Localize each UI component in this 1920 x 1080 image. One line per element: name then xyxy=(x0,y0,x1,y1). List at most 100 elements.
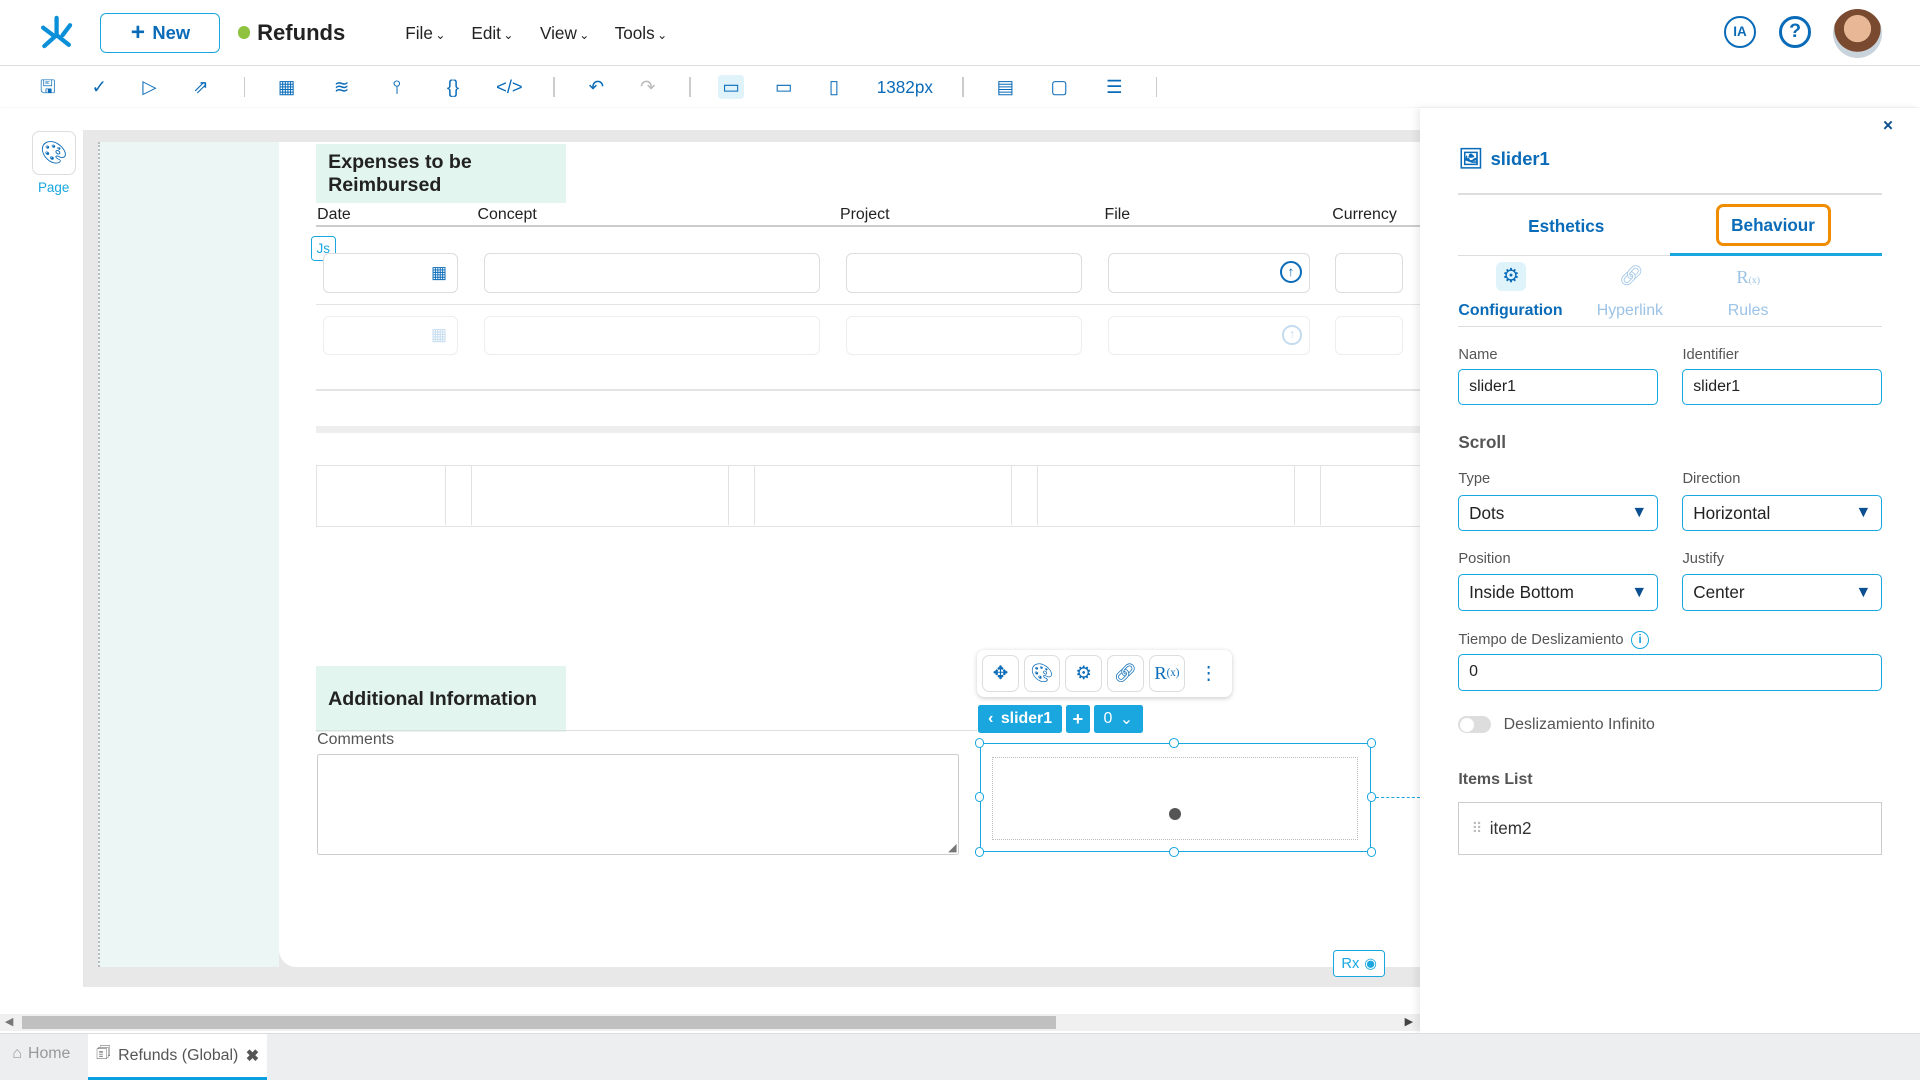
link-icon[interactable]: 🔗︎ xyxy=(1106,655,1144,692)
app-logo-icon[interactable] xyxy=(37,13,76,52)
desktop-view-icon[interactable]: ▭ xyxy=(717,74,745,100)
rules-icon[interactable]: R(x) xyxy=(1148,655,1186,692)
file-upload-input[interactable]: ↑ xyxy=(1108,253,1311,293)
item-index-select[interactable]: 0 ⌄ xyxy=(1093,705,1143,734)
scroll-left-icon[interactable]: ◀ xyxy=(5,1015,13,1028)
scroll-right-icon[interactable]: ▶ xyxy=(1405,1015,1413,1028)
page-palette-button[interactable]: 🎨︎ xyxy=(31,131,76,176)
scrollbar-thumb[interactable] xyxy=(22,1016,1056,1029)
date-input[interactable]: ▦ xyxy=(323,253,458,293)
subtab-hyperlink[interactable]: Hyperlink xyxy=(1597,302,1663,320)
file-upload-input[interactable]: ↑ xyxy=(1108,315,1311,356)
currency-input[interactable] xyxy=(1334,253,1404,293)
parent-select-button[interactable]: ‹ slider1 xyxy=(978,705,1062,734)
menu-file[interactable]: File ⌄ xyxy=(405,23,445,44)
drag-handle-icon[interactable]: ⠿ xyxy=(1472,820,1483,837)
section-title-expenses[interactable]: Expenses to be Reimbursed xyxy=(315,144,566,204)
menu-edit[interactable]: Edit ⌄ xyxy=(471,23,513,44)
image-gallery-icon: 🖼︎ xyxy=(1458,147,1484,170)
undo-icon[interactable]: ↶ xyxy=(583,75,610,99)
tab-refunds-global[interactable]: 🗊 Refunds (Global) ✖ xyxy=(88,1034,267,1080)
components-icon[interactable]: ▦ xyxy=(273,75,300,99)
section-title-additional[interactable]: Additional Information xyxy=(315,666,566,733)
upload-icon[interactable]: ↑ xyxy=(1279,260,1302,283)
gear-icon[interactable]: ⚙ xyxy=(1065,655,1103,692)
name-input[interactable]: slider1 xyxy=(1458,368,1658,406)
concept-input[interactable] xyxy=(483,315,821,356)
play-icon[interactable]: ▷ xyxy=(136,75,163,99)
position-select[interactable]: Inside Bottom ▼ xyxy=(1458,574,1658,612)
page-label: Page xyxy=(37,180,70,195)
tiempo-label: Tiempo de Deslizamiento i xyxy=(1458,630,1650,649)
currency-input[interactable] xyxy=(1334,315,1404,356)
home-icon: ⌂ xyxy=(12,1045,22,1063)
chevron-left-icon: ‹ xyxy=(988,710,994,728)
selection-chip: ‹ slider1 + 0 ⌄ xyxy=(978,705,1143,734)
slider-component[interactable] xyxy=(979,743,1372,853)
type-select[interactable]: Dots ▼ xyxy=(1458,494,1658,532)
rules-icon[interactable]: R(x) xyxy=(1736,267,1760,288)
tab-esthetics[interactable]: Esthetics xyxy=(1528,216,1604,237)
export-icon[interactable]: ⇗ xyxy=(187,75,214,99)
redo-icon[interactable]: ↷ xyxy=(634,75,661,99)
braces-icon[interactable]: {} xyxy=(440,75,467,99)
move-icon[interactable]: ✥ xyxy=(982,655,1019,692)
tiempo-input[interactable]: 0 xyxy=(1458,653,1883,691)
chevron-down-icon: ⌄ xyxy=(435,28,446,43)
more-vertical-icon[interactable]: ⋮ xyxy=(1190,655,1227,692)
close-icon[interactable]: × xyxy=(1883,115,1893,136)
subtab-rules[interactable]: Rules xyxy=(1728,302,1769,320)
project-input[interactable] xyxy=(846,253,1083,293)
add-item-button[interactable]: + xyxy=(1065,705,1091,734)
tablet-view-icon[interactable]: ▭ xyxy=(770,75,797,99)
frame-icon[interactable]: ▢ xyxy=(1046,75,1073,99)
column-header-project: Project xyxy=(840,205,890,223)
scroll-heading: Scroll xyxy=(1458,432,1506,453)
hyperlink-icon[interactable]: 🔗︎ xyxy=(1619,264,1644,288)
layout-icon[interactable]: ▤ xyxy=(992,75,1019,99)
identifier-input[interactable]: slider1 xyxy=(1682,368,1883,406)
configuration-gear-icon[interactable]: ⚙ xyxy=(1496,262,1526,292)
eye-icon: ◉ xyxy=(1364,956,1378,973)
horizontal-scrollbar[interactable]: ◀ ▶ xyxy=(0,1013,1421,1032)
new-button[interactable]: + New xyxy=(100,13,221,53)
subtab-configuration[interactable]: Configuration xyxy=(1458,302,1562,320)
align-icon[interactable]: ☰ xyxy=(1101,75,1128,99)
list-item[interactable]: ⠿ item2 xyxy=(1458,802,1883,855)
data-flow-icon[interactable]: ⫯ xyxy=(383,75,410,99)
menu-view[interactable]: View ⌄ xyxy=(540,23,590,44)
tab-behaviour[interactable]: Behaviour xyxy=(1715,204,1831,247)
infinite-scroll-toggle[interactable] xyxy=(1458,716,1492,734)
rules-visibility-badge[interactable]: Rx ◉ xyxy=(1333,950,1385,978)
position-label: Position xyxy=(1458,551,1511,568)
project-input[interactable] xyxy=(846,315,1083,356)
date-input[interactable]: ▦ xyxy=(323,315,458,356)
type-label: Type xyxy=(1458,471,1491,488)
resize-handle-icon[interactable]: ◢ xyxy=(948,841,956,854)
close-tab-icon[interactable]: ✖ xyxy=(246,1046,259,1066)
info-icon[interactable]: i xyxy=(1630,630,1650,649)
ia-assistant-button[interactable]: IA xyxy=(1724,15,1756,48)
direction-select[interactable]: Horizontal ▼ xyxy=(1682,494,1883,532)
chevron-down-icon: ▼ xyxy=(1631,504,1648,522)
code-icon[interactable]: </> xyxy=(496,75,523,99)
justify-select[interactable]: Center ▼ xyxy=(1682,574,1883,612)
palette-icon[interactable]: 🎨︎ xyxy=(1023,655,1061,692)
user-avatar[interactable] xyxy=(1833,8,1883,58)
chevron-down-icon: ⌄ xyxy=(657,28,668,43)
identifier-label: Identifier xyxy=(1682,346,1739,363)
layers-icon[interactable]: ≋ xyxy=(328,75,355,99)
width-readout: 1382px xyxy=(876,77,933,98)
save-icon[interactable]: 🖫 xyxy=(34,75,61,99)
column-header-date: Date xyxy=(317,205,351,223)
comments-textarea[interactable]: ◢ xyxy=(317,754,959,855)
comments-label: Comments xyxy=(317,731,395,749)
tab-home[interactable]: ⌂ Home xyxy=(12,1045,70,1063)
mobile-view-icon[interactable]: ▯ xyxy=(820,75,847,99)
column-header-file: File xyxy=(1104,205,1131,223)
concept-input[interactable] xyxy=(483,253,821,293)
help-icon[interactable]: ? xyxy=(1779,15,1812,48)
chevron-down-icon: ▼ xyxy=(1855,583,1872,601)
check-icon[interactable]: ✓ xyxy=(86,75,113,99)
menu-tools[interactable]: Tools ⌄ xyxy=(615,23,668,44)
